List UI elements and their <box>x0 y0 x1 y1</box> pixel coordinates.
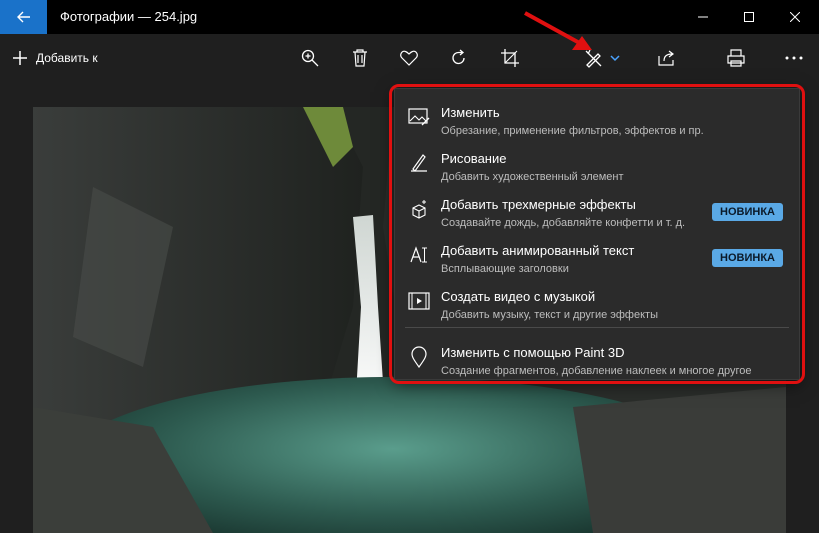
draw-pen-icon <box>407 151 431 175</box>
video-music-icon <box>407 289 431 313</box>
title-bar: Фотографии — 254.jpg <box>0 0 819 34</box>
menu-item-title: Рисование <box>441 151 507 166</box>
zoom-button[interactable] <box>300 44 320 72</box>
zoom-in-icon <box>301 49 319 67</box>
window-title: Фотографии — 254.jpg <box>60 9 198 24</box>
favorite-button[interactable] <box>399 44 419 72</box>
edit-image-icon <box>407 105 431 129</box>
menu-item-edit[interactable]: Изменить Обрезание, применение фильтров,… <box>395 99 799 143</box>
animated-text-icon <box>407 243 431 267</box>
menu-item-draw[interactable]: Рисование Добавить художественный элемен… <box>395 145 799 189</box>
print-button[interactable] <box>726 44 746 72</box>
annotation-arrow <box>524 11 592 50</box>
share-button[interactable] <box>657 44 677 72</box>
crop-icon <box>501 49 519 67</box>
menu-item-title: Изменить <box>441 105 500 120</box>
menu-item-subtitle: Создание фрагментов, добавление наклеек … <box>441 365 752 377</box>
new-badge: НОВИНКА <box>712 249 783 267</box>
edit-create-menu: Изменить Обрезание, применение фильтров,… <box>394 88 800 380</box>
more-dots-icon <box>785 56 803 60</box>
more-button[interactable] <box>784 44 804 72</box>
add-to-button[interactable]: Добавить к <box>12 44 98 72</box>
new-badge: НОВИНКА <box>712 203 783 221</box>
crop-button[interactable] <box>500 44 520 72</box>
menu-item-title: Добавить анимированный текст <box>441 243 635 258</box>
rotate-button[interactable] <box>449 44 469 72</box>
trash-icon <box>353 49 367 67</box>
menu-item-3d-effects[interactable]: Добавить трехмерные эффекты Создавайте д… <box>395 191 799 235</box>
close-icon <box>790 12 800 22</box>
menu-item-subtitle: Всплывающие заголовки <box>441 263 569 275</box>
delete-button[interactable] <box>350 44 370 72</box>
plus-icon <box>13 51 27 65</box>
maximize-button[interactable] <box>726 0 772 34</box>
menu-item-paint3d[interactable]: Изменить с помощью Paint 3D Создание фра… <box>395 339 799 383</box>
menu-item-title: Добавить трехмерные эффекты <box>441 197 636 212</box>
rotate-icon <box>452 49 465 65</box>
menu-item-subtitle: Добавить музыку, текст и другие эффекты <box>441 309 658 321</box>
menu-item-title: Создать видео с музыкой <box>441 289 596 304</box>
paint3d-icon <box>407 345 431 369</box>
toolbar: Добавить к <box>0 34 819 82</box>
chevron-down-icon <box>610 55 620 62</box>
back-arrow-icon <box>16 11 30 23</box>
menu-divider <box>405 327 789 328</box>
minimize-icon <box>698 16 708 18</box>
menu-item-video-music[interactable]: Создать видео с музыкой Добавить музыку,… <box>395 283 799 327</box>
back-button[interactable] <box>0 0 47 34</box>
close-button[interactable] <box>772 0 818 34</box>
minimize-button[interactable] <box>680 0 726 34</box>
3d-effects-icon <box>407 197 431 221</box>
menu-item-title: Изменить с помощью Paint 3D <box>441 345 625 360</box>
menu-item-animated-text[interactable]: Добавить анимированный текст Всплывающие… <box>395 237 799 281</box>
maximize-icon <box>744 12 754 22</box>
heart-icon <box>400 50 418 66</box>
menu-item-subtitle: Обрезание, применение фильтров, эффектов… <box>441 125 704 137</box>
menu-item-subtitle: Создавайте дождь, добавляйте конфетти и … <box>441 217 686 229</box>
menu-item-subtitle: Добавить художественный элемент <box>441 171 624 183</box>
share-icon <box>658 50 674 66</box>
printer-icon <box>727 49 745 67</box>
add-to-label: Добавить к <box>36 51 98 65</box>
